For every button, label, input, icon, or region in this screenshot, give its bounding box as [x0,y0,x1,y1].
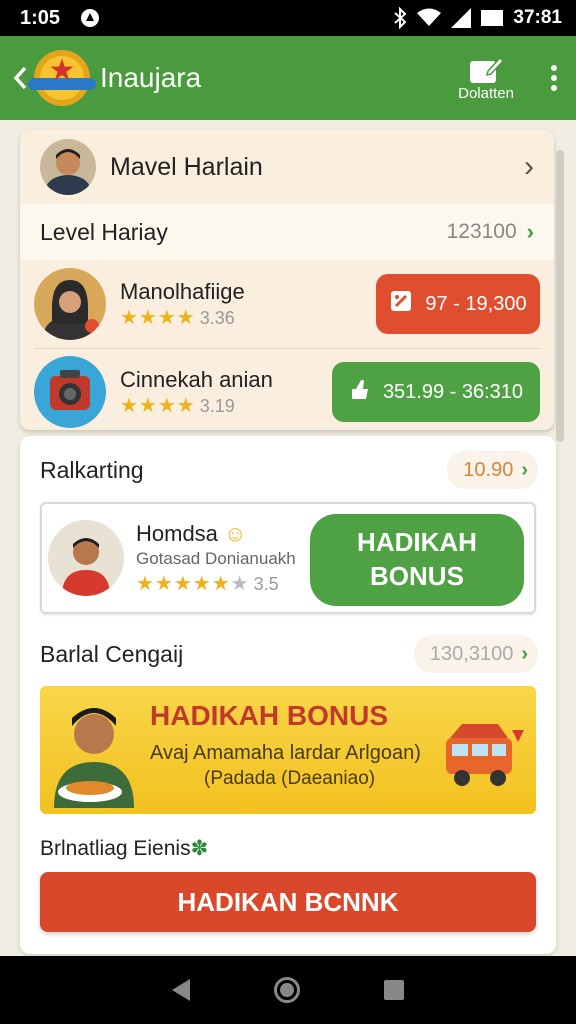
host-card[interactable]: Homdsa ☺ Gotasad Donianuakh ★★★★★★ 3.5 HA… [40,502,536,614]
host-name: Homdsa ☺ [136,520,247,546]
primary-cta-button[interactable]: HADIKAN BCNNK [40,872,536,932]
offer-row[interactable]: Manolhafiige ★★★★ 3.36 97 - 19,300 [34,262,540,346]
button-line: HADIKAH [357,527,477,558]
chevron-right-icon: › [521,642,528,665]
ranking-label: Ralkarting [40,456,144,483]
system-nav-bar [0,956,576,1024]
section-row[interactable]: Barlal Cengaij 130,3100 › [40,634,538,674]
nav-home-icon[interactable] [274,977,300,1003]
nav-back-icon[interactable] [172,979,190,1001]
bluetooth-icon [393,7,407,29]
button-line: BONUS [370,561,464,591]
level-row[interactable]: Level Hariay 123100 › [20,204,554,260]
edit-action-button[interactable]: Dolatten [458,55,514,102]
star-rating: ★★★★★★ 3.5 [136,572,279,595]
section-label: Barlal Cengaij [40,640,184,667]
smile-icon: ☺ [224,520,247,546]
ticket-icon [389,289,413,319]
offer-name: Manolhafiige [120,278,245,304]
avatar [34,268,106,340]
app-bar: ★ Inaujara Dolatten [0,36,576,120]
status-clock: 37:81 [513,7,562,28]
hand-icon [349,377,371,407]
ranking-value: 10.90 [463,458,514,481]
app-logo: ★ [28,50,96,106]
hadikah-bonus-button[interactable]: HADIKAH BONUS [310,514,524,606]
battery-icon [481,9,504,27]
bonus-banner[interactable]: HADIKAH BONUS Avaj Amamaha lardar Arlgoa… [40,686,536,814]
banner-subtitle: Avaj Amamaha lardar Arlgoan) [150,742,421,764]
chevron-right-icon: › [526,219,534,244]
rating-value: 3.36 [199,307,235,328]
divider [34,348,540,349]
banner-title: HADIKAH BONUS [150,700,388,731]
ranking-row[interactable]: Ralkarting 10.90 › [40,450,538,490]
rating-value: 3.5 [253,573,279,594]
edit-action-label: Dolatten [458,84,514,102]
bottom-label: Brlnatliag Eienis✽ [40,837,209,860]
offer-price-button[interactable]: 97 - 19,300 [376,274,540,334]
signal-icon [451,8,472,28]
star-rating: ★★★★ 3.19 [120,394,235,417]
main-content: Mavel Harlain › Level Hariay 123100 › Ma… [0,120,576,956]
status-bar: 1:05 37:81 [0,0,576,36]
offer-name: Cinnekah anian [120,366,273,392]
banner-subtitle: (Padada (Daeaniao) [204,768,376,789]
banner-person-image [50,692,146,813]
nav-recents-icon[interactable] [384,980,404,1000]
chevron-left-icon [13,66,27,90]
section-value: 130,3100 [429,642,514,665]
status-time: 1:05 [20,6,61,29]
level-value: 123100 [446,220,517,243]
avatar [40,139,96,195]
offer-price: 351.99 - 36:310 [382,380,524,403]
kebab-icon [551,65,557,91]
star-icon: ★ [48,54,76,87]
rating-value: 3.19 [199,395,235,416]
notification-icon [80,8,100,28]
star-rating: ★★★★ 3.36 [120,306,235,329]
section-value-chip[interactable]: 130,3100 › [413,635,538,673]
avatar [34,356,106,428]
offer-price-button[interactable]: 351.99 - 36:310 [332,362,540,422]
wifi-icon [417,8,442,28]
scrollbar[interactable] [556,150,564,442]
level-label: Level Hariay [40,218,168,245]
chevron-right-icon: › [521,458,528,481]
chevron-right-icon: › [524,150,534,183]
edit-icon [470,56,505,83]
app-title: Inaujara [100,62,202,93]
offer-row[interactable]: Cinnekah anian ★★★★ 3.19 351.99 - 36:310 [34,350,540,430]
avatar [48,520,124,596]
ranking-value-chip[interactable]: 10.90 › [447,451,538,489]
more-options-button[interactable] [540,64,568,92]
rewards-card: Ralkarting 10.90 › Homdsa ☺ Gotasad Doni… [20,436,556,954]
leaf-icon: ✽ [190,837,209,860]
host-subtitle: Gotasad Donianuakh [136,548,296,568]
offer-price: 97 - 19,300 [425,292,527,315]
profile-row[interactable]: Mavel Harlain › [20,130,554,204]
profile-card: Mavel Harlain › Level Hariay 123100 › Ma… [20,130,554,430]
profile-name: Mavel Harlain [110,152,263,181]
delivery-truck-icon [442,720,526,795]
